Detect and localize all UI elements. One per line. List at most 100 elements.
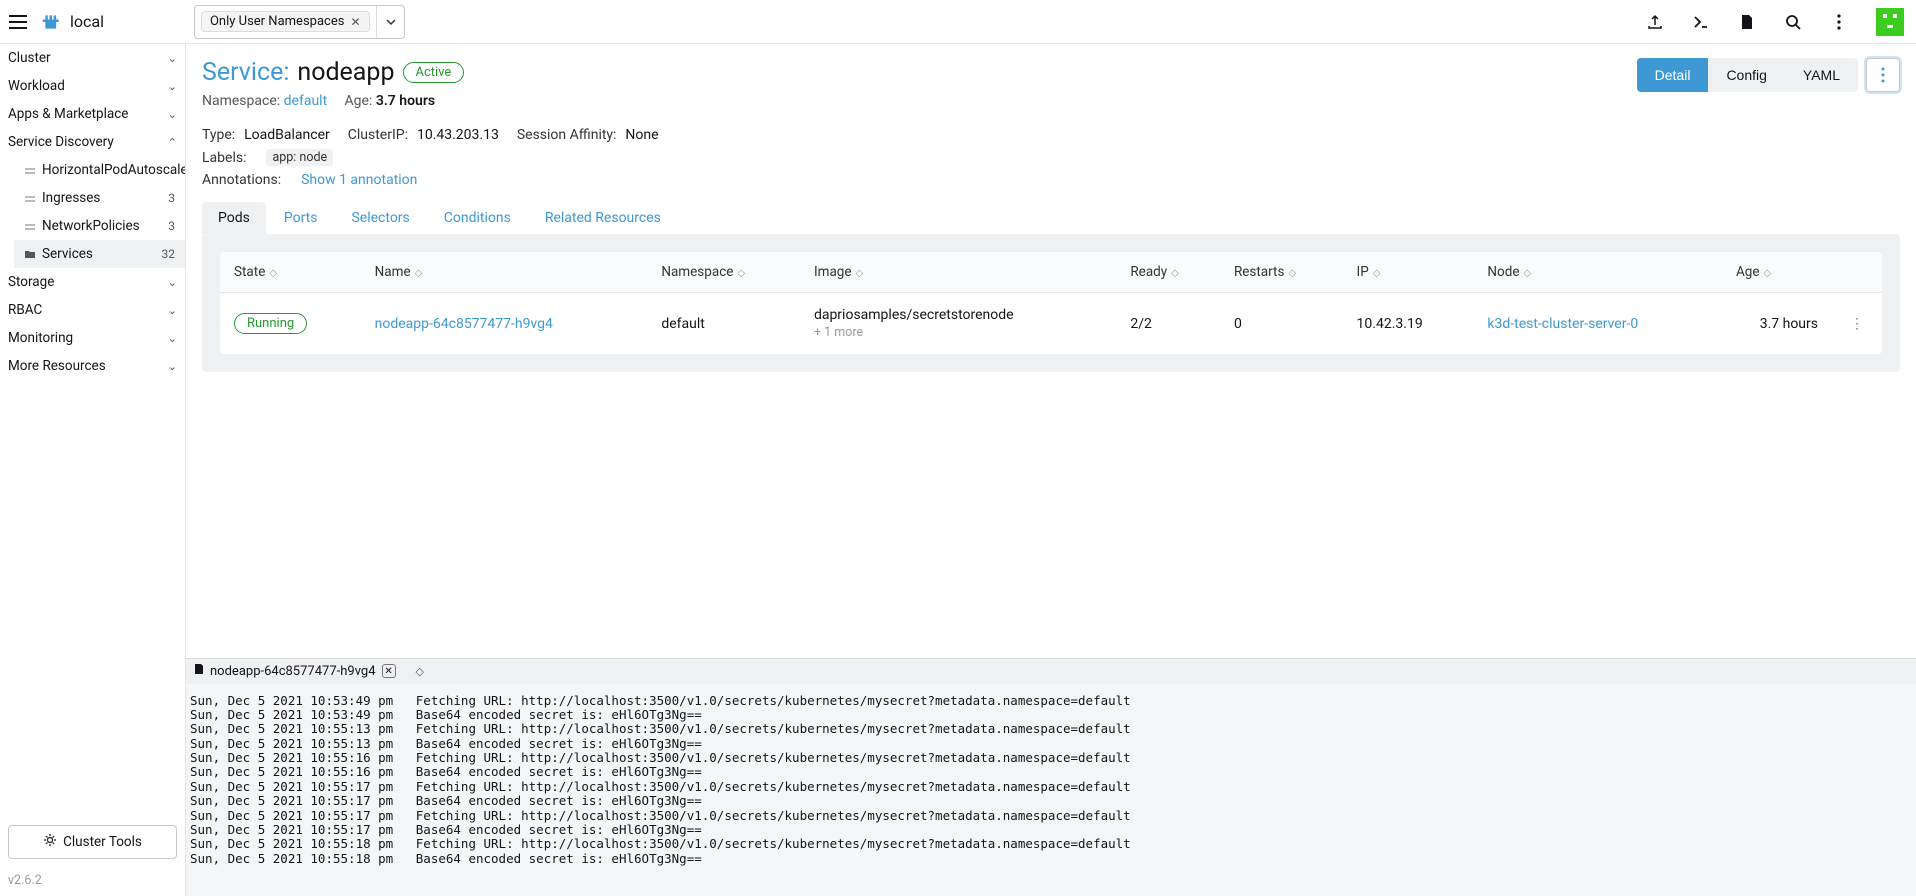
show-annotations-link[interactable]: Show 1 annotation	[301, 172, 417, 188]
subtab-conditions[interactable]: Conditions	[428, 202, 527, 234]
subtab-ports[interactable]: Ports	[268, 202, 334, 234]
version-label: v2.6.2	[0, 869, 185, 896]
resource-icon	[24, 192, 36, 204]
log-resize-icon[interactable]: ◇	[416, 665, 422, 678]
brand-avatar[interactable]	[1876, 8, 1904, 36]
nav-group-workload[interactable]: Workload⌄	[0, 72, 185, 100]
chevron-down-icon: ⌄	[168, 360, 177, 373]
log-output[interactable]: Sun, Dec 5 2021 10:53:49 pm Fetching URL…	[186, 684, 1916, 896]
nav-group-service-discovery[interactable]: Service Discovery⌃	[0, 128, 185, 156]
sort-icon: ◇	[415, 268, 421, 279]
clusterip-value: 10.43.203.13	[417, 127, 499, 143]
yaml-tab-button[interactable]: YAML	[1785, 58, 1858, 92]
file-icon	[194, 663, 204, 679]
pod-ready: 2/2	[1116, 293, 1220, 354]
table-row: Running nodeapp-64c8577477-h9vg4 default…	[220, 293, 1882, 354]
session-affinity-value: None	[625, 127, 658, 143]
log-tab[interactable]: nodeapp-64c8577477-h9vg4 ✕	[194, 663, 396, 679]
import-icon[interactable]	[1646, 13, 1664, 31]
sort-icon: ◇	[1524, 268, 1530, 279]
th-ready[interactable]: Ready◇	[1116, 252, 1220, 293]
resource-icon	[24, 220, 36, 232]
cluster-selector[interactable]: local	[42, 12, 104, 32]
th-restarts[interactable]: Restarts◇	[1220, 252, 1343, 293]
th-namespace[interactable]: Namespace◇	[647, 252, 800, 293]
chevron-down-icon: ⌄	[168, 108, 177, 121]
th-name[interactable]: Name◇	[361, 252, 648, 293]
nav-group-cluster[interactable]: Cluster⌄	[0, 44, 185, 72]
pod-node-link[interactable]: k3d-test-cluster-server-0	[1487, 316, 1638, 332]
sort-icon: ◇	[1373, 268, 1379, 279]
folder-icon	[24, 248, 36, 260]
nav-group-more-resources[interactable]: More Resources⌄	[0, 352, 185, 380]
nav-item-hpa[interactable]: HorizontalPodAutoscalers 0	[14, 156, 185, 184]
sort-icon: ◇	[1171, 268, 1177, 279]
sort-icon: ◇	[737, 268, 743, 279]
gear-icon	[43, 833, 57, 851]
th-node[interactable]: Node◇	[1473, 252, 1722, 293]
actions-menu-button[interactable]	[1866, 58, 1900, 92]
page-title: Service: nodeapp Active	[202, 58, 464, 87]
pods-table: State◇ Name◇ Namespace◇ Image◇ Ready◇ Re…	[220, 252, 1882, 354]
sort-icon: ◇	[1764, 268, 1770, 279]
cluster-tools-button[interactable]: Cluster Tools	[8, 825, 177, 859]
chevron-down-icon: ⌄	[168, 80, 177, 93]
sort-icon: ◇	[856, 268, 862, 279]
file-icon[interactable]	[1738, 13, 1756, 31]
nav-item-networkpolicies[interactable]: NetworkPolicies 3	[14, 212, 185, 240]
nav-group-rbac[interactable]: RBAC⌄	[0, 296, 185, 324]
type-value: LoadBalancer	[244, 127, 330, 143]
namespace-dropdown-icon[interactable]	[376, 6, 398, 38]
pod-namespace: default	[647, 293, 800, 354]
nav-group-apps[interactable]: Apps & Marketplace⌄	[0, 100, 185, 128]
chevron-down-icon: ⌄	[168, 304, 177, 317]
namespace-chip-label: Only User Namespaces	[210, 14, 344, 29]
chevron-down-icon: ⌄	[168, 276, 177, 289]
pod-restarts: 0	[1220, 293, 1343, 354]
row-actions-icon[interactable]: ⋮	[1846, 316, 1868, 332]
meta-line: Namespace: default Age: 3.7 hours	[202, 93, 464, 109]
pod-state-badge: Running	[234, 313, 307, 334]
log-close-icon[interactable]: ✕	[382, 664, 396, 678]
subtab-selectors[interactable]: Selectors	[335, 202, 425, 234]
nav-group-monitoring[interactable]: Monitoring⌄	[0, 324, 185, 352]
pod-ip: 10.42.3.19	[1343, 293, 1474, 354]
resource-icon	[24, 164, 36, 176]
sort-icon: ◇	[269, 268, 275, 279]
th-image[interactable]: Image◇	[800, 252, 1116, 293]
sort-icon: ◇	[1288, 268, 1294, 279]
namespace-chip: Only User Namespaces ✕	[201, 11, 370, 32]
subtab-related[interactable]: Related Resources	[529, 202, 677, 234]
log-panel-bar: nodeapp-64c8577477-h9vg4 ✕ ◇	[186, 658, 1916, 684]
kebab-menu-icon[interactable]	[1830, 13, 1848, 31]
pod-image: dapriosamples/secretstorenode	[814, 307, 1102, 323]
namespace-chip-remove-icon[interactable]: ✕	[350, 15, 360, 29]
namespace-link[interactable]: default	[284, 93, 328, 109]
cluster-name: local	[70, 12, 104, 31]
nav-group-storage[interactable]: Storage⌄	[0, 268, 185, 296]
rancher-logo-icon	[42, 12, 62, 32]
topbar-actions	[1646, 8, 1908, 36]
shell-icon[interactable]	[1692, 13, 1710, 31]
pod-name-link[interactable]: nodeapp-64c8577477-h9vg4	[375, 316, 553, 332]
log-tab-label: nodeapp-64c8577477-h9vg4	[210, 664, 376, 679]
nav-item-ingresses[interactable]: Ingresses 3	[14, 184, 185, 212]
nav-item-services[interactable]: Services 32	[14, 240, 185, 268]
chevron-down-icon: ⌄	[168, 52, 177, 65]
subtab-pods[interactable]: Pods	[202, 202, 266, 234]
search-icon[interactable]	[1784, 13, 1802, 31]
topbar: local Only User Namespaces ✕	[0, 0, 1916, 44]
label-chip: app: node	[266, 149, 333, 166]
subtabs: Pods Ports Selectors Conditions Related …	[202, 202, 1900, 234]
chevron-down-icon: ⌄	[168, 332, 177, 345]
config-tab-button[interactable]: Config	[1708, 58, 1784, 92]
detail-tab-button[interactable]: Detail	[1637, 58, 1709, 92]
th-age[interactable]: Age◇	[1722, 252, 1832, 293]
th-state[interactable]: State◇	[220, 252, 361, 293]
resource-name: nodeapp	[297, 58, 394, 87]
menu-toggle-icon[interactable]	[8, 12, 28, 32]
pod-image-more: + 1 more	[814, 325, 1102, 340]
th-ip[interactable]: IP◇	[1343, 252, 1474, 293]
namespace-filter[interactable]: Only User Namespaces ✕	[194, 5, 405, 39]
chevron-up-icon: ⌃	[168, 136, 177, 149]
